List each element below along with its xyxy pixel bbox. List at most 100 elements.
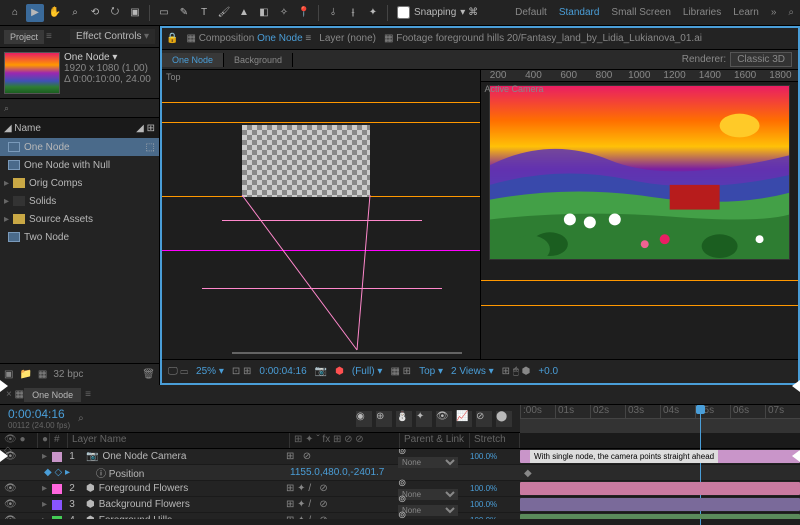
layer-name[interactable]: ⬢Foreground Flowers <box>82 483 284 494</box>
comp-nav-back-icon[interactable]: 🔒 <box>166 33 178 44</box>
asset-item[interactable]: One Node⬚ <box>0 138 159 156</box>
comp-tab-footage[interactable]: ▦ Footage foreground hills 20/Fantasy_la… <box>384 33 702 44</box>
tl-icon-1[interactable]: ◉ <box>356 411 372 427</box>
pen-tool-icon[interactable]: ✎ <box>175 4 193 22</box>
interpret-footage-icon[interactable]: ▣ <box>4 369 13 380</box>
pickwhip-icon[interactable]: ⊚ <box>398 449 406 457</box>
viewport-top[interactable]: Top <box>162 70 481 359</box>
panel-resize-arrow-icon[interactable] <box>0 380 8 392</box>
workspace-smallscreen[interactable]: Small Screen <box>611 7 670 18</box>
new-folder-icon[interactable]: 📁 <box>19 369 31 380</box>
pickwhip-icon[interactable]: ⊚ <box>398 478 406 489</box>
comp-tab-composition[interactable]: ▦ Composition One Node ≡ <box>186 33 311 44</box>
renderer-dropdown[interactable]: Classic 3D <box>730 52 792 67</box>
snapping-toggle[interactable]: Snapping ▾ ⌘ <box>397 6 478 19</box>
home-icon[interactable]: ⌂ <box>6 4 24 22</box>
layer-track[interactable] <box>520 497 800 513</box>
asset-item[interactable]: ▸Source Assets <box>0 210 159 228</box>
label-swatch[interactable] <box>52 516 62 520</box>
workspace-overflow-icon[interactable]: » <box>771 7 777 18</box>
workspace-learn[interactable]: Learn <box>733 7 759 18</box>
pickwhip-icon[interactable]: ⊚ <box>398 494 406 505</box>
snapping-checkbox[interactable] <box>397 6 410 19</box>
brush-tool-icon[interactable]: 🖌 <box>215 4 233 22</box>
asset-item[interactable]: Two Node <box>0 228 159 246</box>
asset-item[interactable]: ▸Solids <box>0 192 159 210</box>
viewport-active-camera[interactable]: 20040060080010001200140016001800 Active … <box>481 70 799 359</box>
col-layer-name[interactable]: Layer Name <box>68 433 290 448</box>
clone-tool-icon[interactable]: ▲ <box>235 4 253 22</box>
workspace-libraries[interactable]: Libraries <box>683 7 721 18</box>
project-search-input[interactable] <box>4 103 155 113</box>
orbit-tool-icon[interactable]: ⟲ <box>86 4 104 22</box>
label-swatch[interactable] <box>52 452 62 462</box>
tl-icon-5[interactable]: 👁 <box>436 411 452 427</box>
timeline-ruler[interactable]: :00s01s02s03s04s05s06s07s <box>520 405 800 419</box>
view-tab-onenode[interactable]: One Node <box>162 53 224 67</box>
zoom-dropdown[interactable]: 25% ▾ <box>196 366 224 377</box>
exposure-value[interactable]: +0.0 <box>538 366 558 377</box>
timeline-search-input[interactable] <box>78 413 138 424</box>
layer-bar[interactable] <box>520 482 800 495</box>
panel-resize-arrow-icon[interactable] <box>792 380 800 392</box>
trash-icon[interactable]: 🗑 <box>142 369 155 380</box>
tl-motion-blur-icon[interactable]: ⬤ <box>496 411 512 427</box>
time-display[interactable]: 0:00:04:16 <box>259 366 306 377</box>
puppet-tool-icon[interactable]: 📍 <box>295 4 313 22</box>
layer-switches[interactable]: ⊞ ✦ / ⊘ <box>286 483 396 494</box>
col-parent[interactable]: Parent & Link <box>400 433 470 448</box>
tl-shy-icon[interactable]: ⛄ <box>396 411 412 427</box>
view-mode-dropdown[interactable]: Top ▾ <box>419 366 443 377</box>
resolution-dropdown[interactable]: (Full) ▾ <box>352 366 383 377</box>
snapshot-icon[interactable]: 📷 <box>315 366 327 377</box>
tl-icon-2[interactable]: ⊕ <box>376 411 392 427</box>
layer-track[interactable]: With single node, the camera points stra… <box>520 449 800 465</box>
view-tab-background[interactable]: Background <box>224 53 293 67</box>
layer-switches[interactable]: ⊞ ⊘ <box>286 451 396 462</box>
bpc-toggle[interactable]: 32 bpc <box>53 369 83 380</box>
workspace-default[interactable]: Default <box>515 7 547 18</box>
tl-icon-4[interactable]: ✦ <box>416 411 432 427</box>
axis-local-icon[interactable]: ⫰ <box>324 4 342 22</box>
axis-world-icon[interactable]: ⫲ <box>344 4 362 22</box>
timeline-tab-onenode[interactable]: One Node <box>24 388 81 402</box>
view-count-dropdown[interactable]: 2 Views ▾ <box>451 366 494 377</box>
panel-menu-icon[interactable]: ≡ <box>46 31 52 42</box>
panel-resize-arrow-icon[interactable] <box>0 450 8 462</box>
visibility-icon[interactable]: 👁 <box>4 515 16 520</box>
layer-marker[interactable]: With single node, the camera points stra… <box>530 450 718 463</box>
name-column-header[interactable]: Name <box>14 123 41 134</box>
stretch-value[interactable]: 100.0% <box>470 500 520 509</box>
layer-track[interactable]: ◆ <box>520 465 800 481</box>
panel-resize-arrow-icon[interactable] <box>792 450 800 462</box>
hand-tool-icon[interactable]: ✋ <box>46 4 64 22</box>
layer-name[interactable]: ⬢Background Flowers <box>82 499 284 510</box>
current-time[interactable]: 0:00:04:16 <box>8 407 70 421</box>
comp-name[interactable]: One Node ▾ <box>64 52 151 63</box>
channel-icon[interactable]: ⬢ <box>335 366 344 377</box>
view-option-icon[interactable]: ⊞ 🖱 ⬢ <box>502 366 531 377</box>
pickwhip-icon[interactable]: ⊚ <box>398 510 406 520</box>
rotate-tool-icon[interactable]: ⭮ <box>106 4 124 22</box>
label-swatch[interactable] <box>52 484 62 494</box>
shape-tool-icon[interactable]: ▭ <box>155 4 173 22</box>
resolution-icon[interactable]: ⊡ ⊞ <box>232 366 252 377</box>
comp-tab-layer[interactable]: Layer (none) <box>319 33 376 44</box>
layer-row[interactable]: 👁 ▸ 1 📷One Node Camera ⊞ ⊘ ⊚ None 100.0%… <box>0 449 800 465</box>
eraser-tool-icon[interactable]: ◧ <box>255 4 273 22</box>
snapping-options-icon[interactable]: ▾ ⌘ <box>460 7 478 18</box>
keyframe-icon[interactable]: ◆ <box>524 468 532 479</box>
layer-switches[interactable]: ⊞ ✦ / ⊘ <box>286 499 396 510</box>
asset-item[interactable]: ▸Orig Comps <box>0 174 159 192</box>
roto-tool-icon[interactable]: ✧ <box>275 4 293 22</box>
layer-track[interactable] <box>520 481 800 497</box>
camera-tool-icon[interactable]: ▣ <box>126 4 144 22</box>
asset-item[interactable]: One Node with Null <box>0 156 159 174</box>
stretch-value[interactable]: 100.0% <box>470 484 520 493</box>
col-switches[interactable]: ⊞ ✦ ˇ fx ⊞ ⊘ ⊘ <box>290 433 400 448</box>
zoom-tool-icon[interactable]: ⌕ <box>66 4 84 22</box>
axis-view-icon[interactable]: ✦ <box>364 4 382 22</box>
layer-name[interactable]: ⬢Foreground Hills <box>82 515 284 519</box>
tab-effect-controls[interactable]: Effect Controls ▾ <box>70 29 155 44</box>
col-stretch[interactable]: Stretch <box>470 433 520 448</box>
